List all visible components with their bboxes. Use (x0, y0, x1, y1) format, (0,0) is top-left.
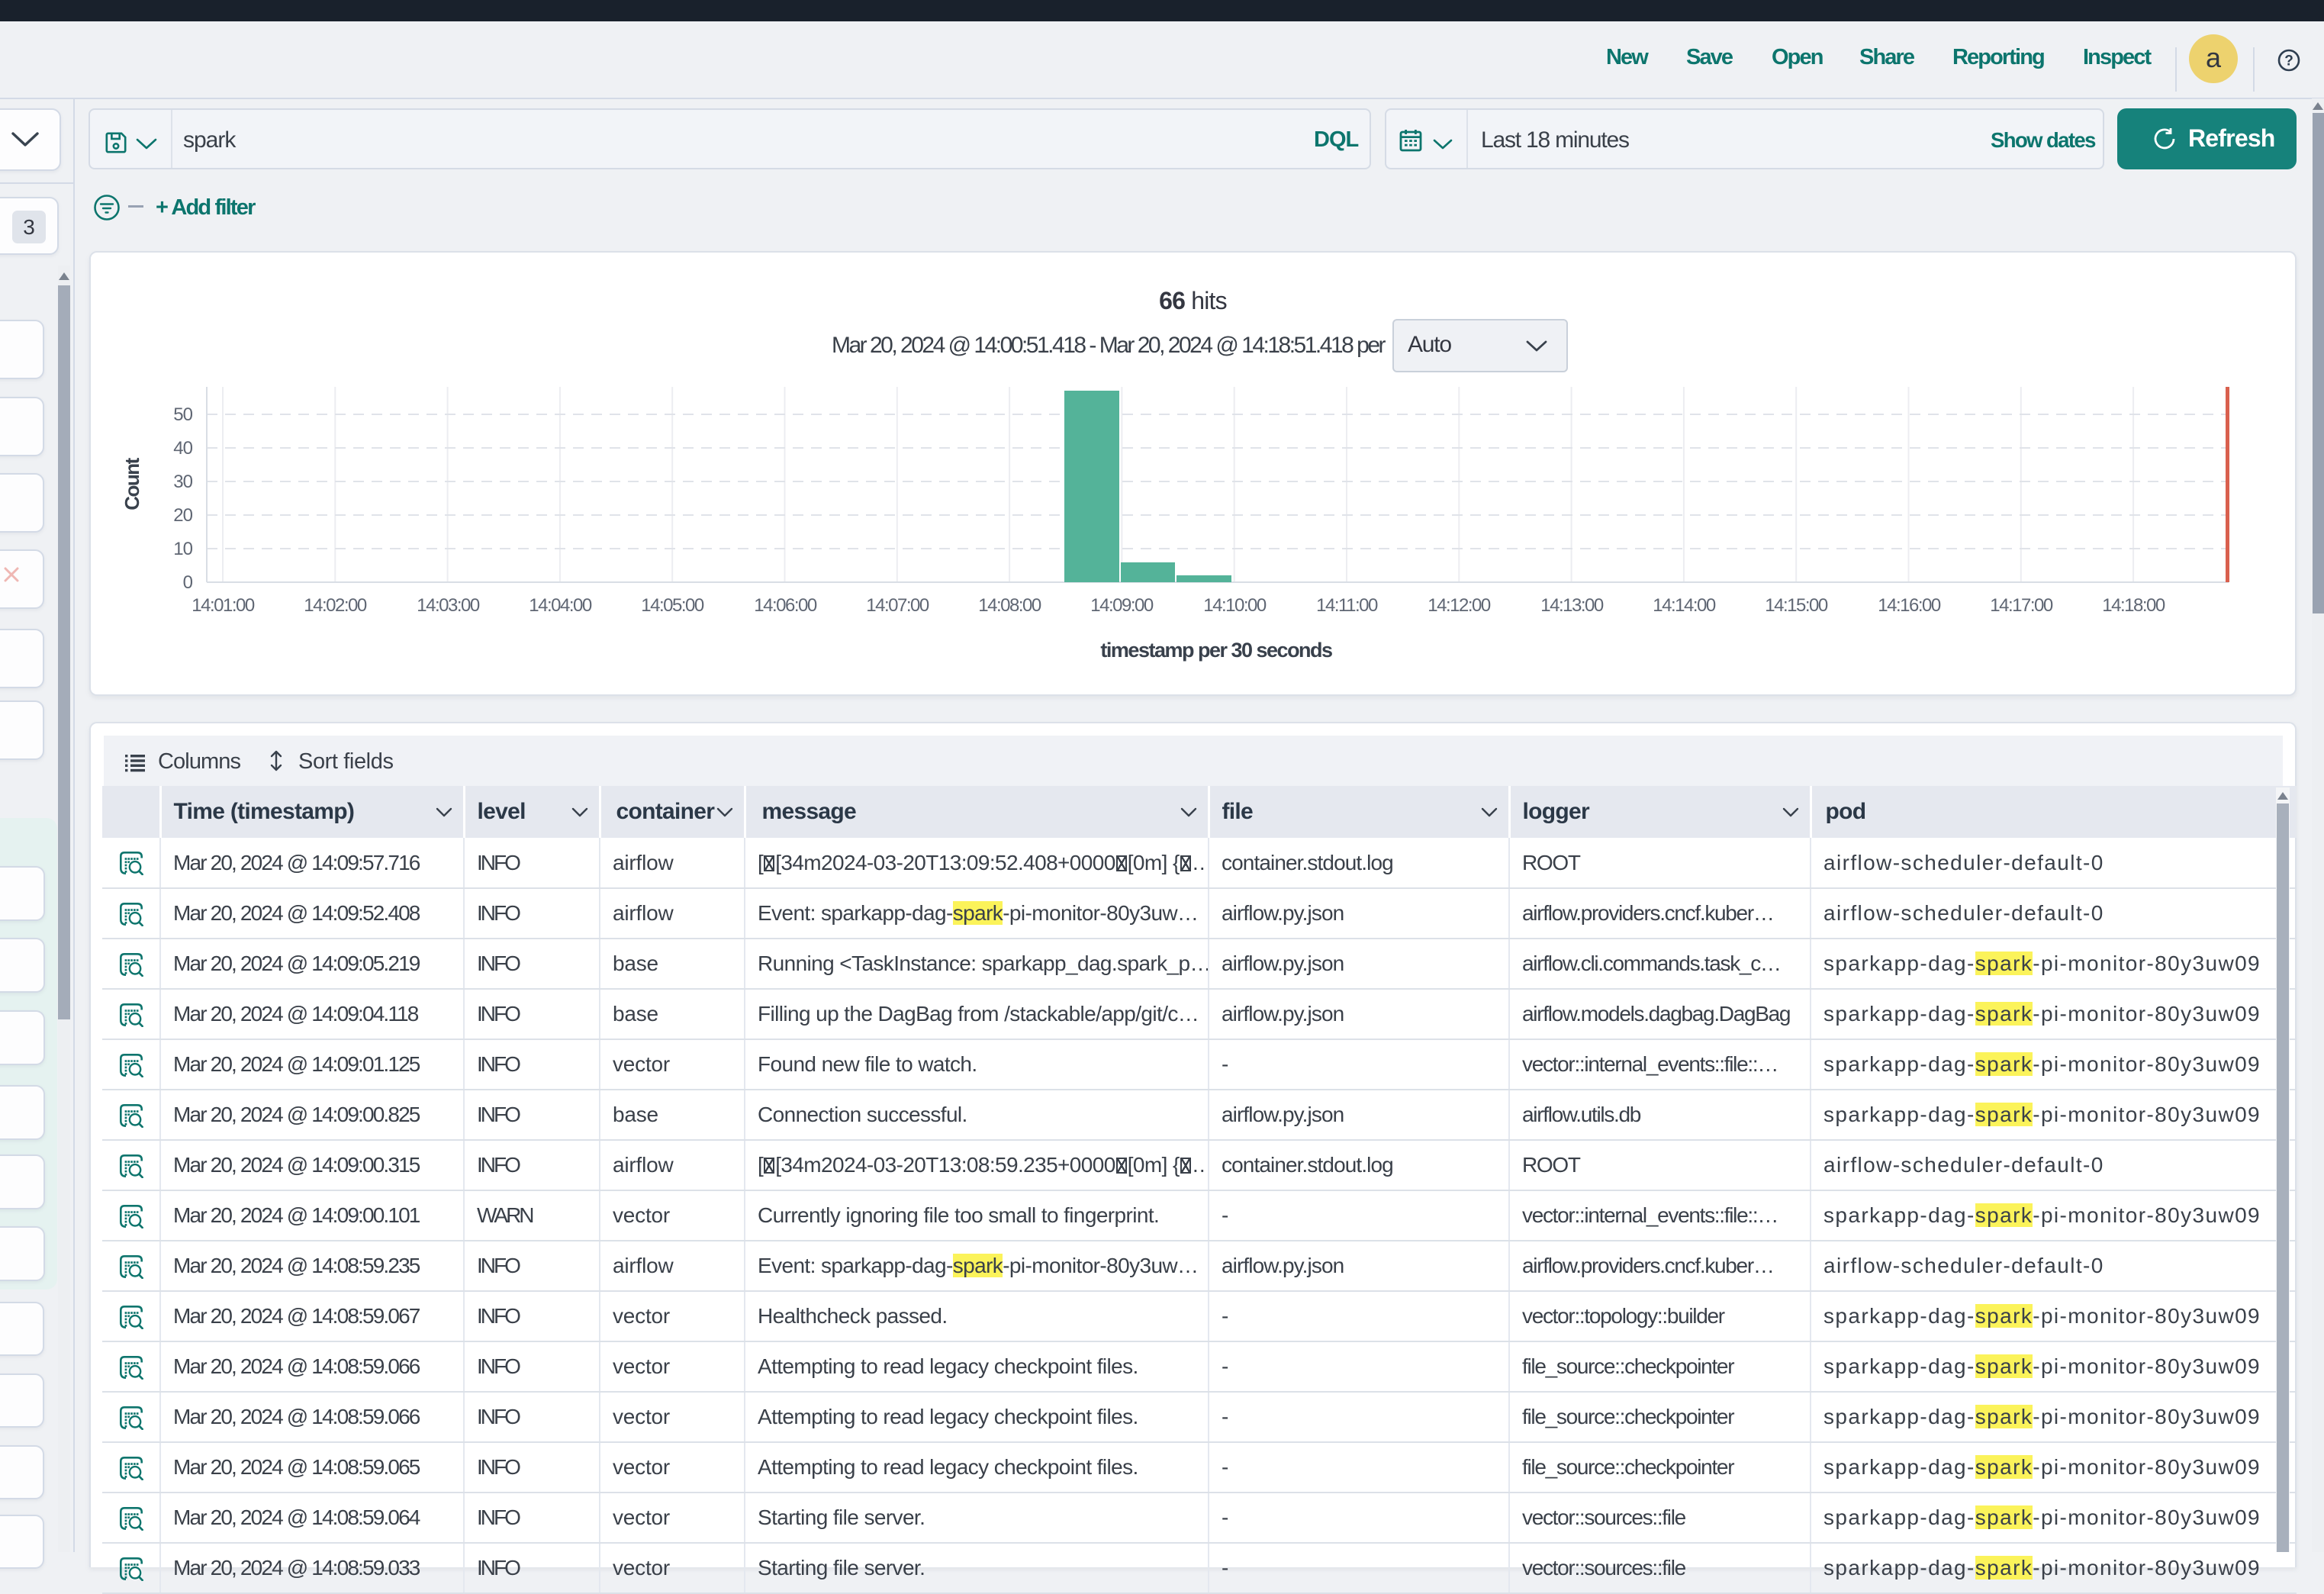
svg-text:?: ? (2284, 53, 2293, 69)
